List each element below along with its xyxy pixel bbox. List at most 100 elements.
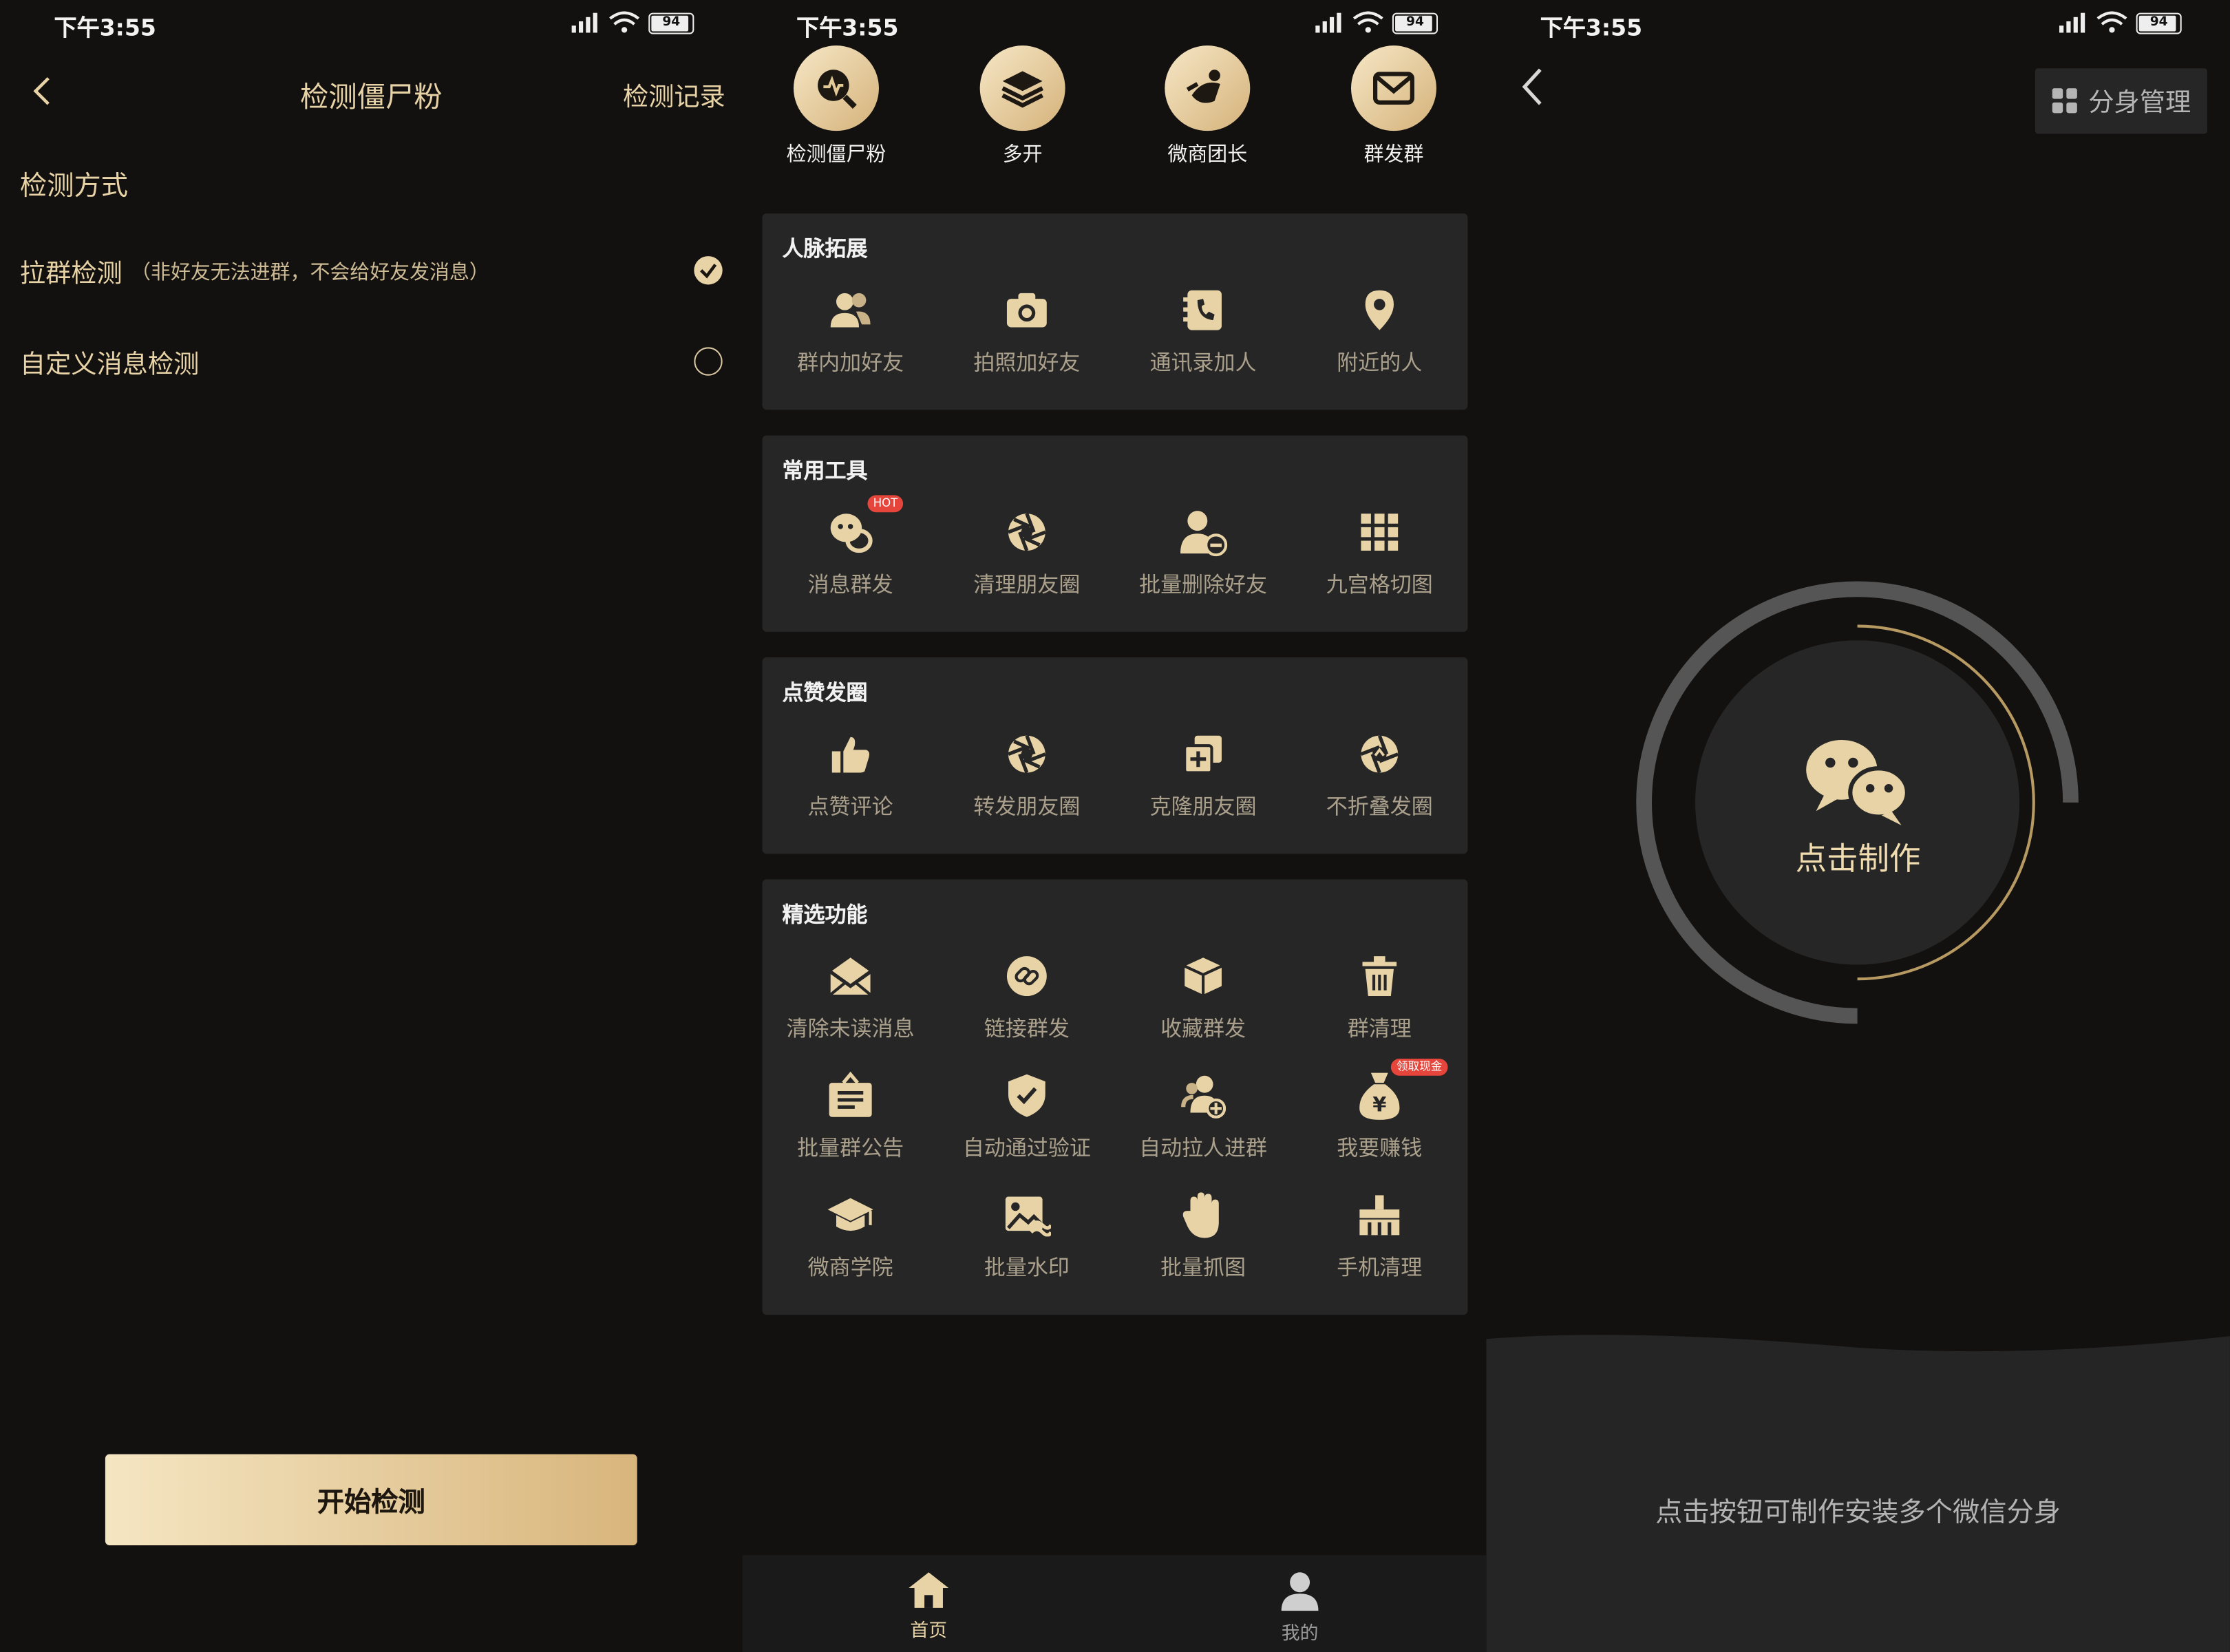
bottom-nav: 首页 我的	[742, 1555, 1487, 1652]
grid-item[interactable]: 链接群发	[939, 948, 1115, 1044]
shortcut-zombie-detect[interactable]: 检测僵尸粉	[758, 45, 914, 168]
contacts-phone-icon	[1115, 282, 1291, 339]
add-group-icon	[1115, 1067, 1291, 1124]
shortcut-group-send[interactable]: 群发群	[1315, 45, 1472, 168]
grid-label: 转发朋友圈	[973, 794, 1081, 820]
make-clone-label[interactable]: 点击制作	[1486, 834, 2230, 879]
clone-manage-button[interactable]: 分身管理	[2035, 68, 2207, 134]
battery-icon: 94	[1392, 12, 1438, 34]
grid-label: 消息群发	[807, 572, 893, 598]
grid-label: 点赞评论	[807, 794, 893, 820]
shortcut-label: 微商团长	[1167, 143, 1248, 167]
nav-label: 我的	[1281, 1623, 1319, 1645]
detect-method-label: 检测方式	[19, 171, 128, 202]
grid-label: 收藏群发	[1160, 1015, 1246, 1042]
grid-item[interactable]: 批量群公告	[763, 1067, 939, 1163]
image-watermark-icon	[939, 1187, 1115, 1244]
option-label: 拉群检测	[19, 259, 123, 289]
aperture-icon	[939, 726, 1115, 783]
grid-item[interactable]: 清除未读消息	[763, 948, 939, 1044]
envelope-open-icon	[763, 948, 939, 1005]
grid-label: 批量抓图	[1160, 1255, 1246, 1281]
leader-icon	[1165, 45, 1251, 131]
grid-item[interactable]: 转发朋友圈	[939, 726, 1115, 821]
user-icon	[1281, 1572, 1319, 1611]
home-screen: 下午3:55 94 检测僵尸粉 多开 微商团长 群发群 人脉拓展 群内加好友 拍…	[742, 0, 1487, 1652]
trash-icon	[1291, 948, 1467, 1005]
grid-item[interactable]: 微商学院	[763, 1187, 939, 1282]
shortcut-multi-open[interactable]: 多开	[944, 45, 1101, 168]
broom-icon	[1291, 1187, 1467, 1244]
grab-hand-icon	[1115, 1187, 1291, 1244]
layers-icon	[979, 45, 1065, 131]
section-title: 人脉拓展	[782, 236, 868, 262]
grid-label: 批量群公告	[797, 1135, 904, 1161]
system-icons: 94	[1313, 11, 1438, 34]
grid-item[interactable]: HOT 消息群发	[763, 495, 939, 600]
grid-item[interactable]: ¥ 领取现金 我要赚钱	[1291, 1058, 1467, 1163]
make-clone-dial[interactable]	[1486, 541, 2230, 1082]
option-group-detect[interactable]: 拉群检测 （非好友无法进群，不会给好友发消息）	[20, 251, 723, 293]
grid-label: 拍照加好友	[973, 350, 1081, 376]
grid-item[interactable]: 收藏群发	[1115, 948, 1291, 1044]
grid-item[interactable]: 九宫格切图	[1291, 504, 1467, 600]
status-time: 下午3:55	[54, 14, 156, 41]
grid-item[interactable]: 批量抓图	[1115, 1187, 1291, 1282]
wifi-icon	[2096, 11, 2127, 33]
grid-item[interactable]: 克隆朋友圈	[1115, 726, 1291, 821]
nav-home[interactable]: 首页	[858, 1569, 1000, 1642]
grid-label: 链接群发	[984, 1015, 1070, 1042]
aperture-icon	[939, 504, 1115, 561]
mail-icon	[1350, 45, 1436, 131]
chat-bubbles-icon: HOT	[763, 495, 939, 561]
option-custom-message[interactable]: 自定义消息检测	[20, 341, 723, 384]
grid-label: 群清理	[1347, 1015, 1412, 1042]
grid-item[interactable]: 拍照加好友	[939, 282, 1115, 377]
radio-unchecked-icon[interactable]	[694, 347, 723, 376]
grid-label: 自动通过验证	[962, 1135, 1091, 1161]
detect-zombie-screen: 下午3:55 94 检测僵尸粉 检测记录 检测方式 拉群检测 （非好友无法进群，…	[0, 0, 743, 1652]
grid-item[interactable]: 批量删除好友	[1115, 504, 1291, 600]
grid-item[interactable]: 自动拉人进群	[1115, 1067, 1291, 1163]
option-label: 自定义消息检测	[19, 350, 200, 380]
option-note: （非好友无法进群，不会给好友发消息）	[131, 262, 489, 285]
grid-label: 自动拉人进群	[1139, 1135, 1268, 1161]
grid-item[interactable]: 群内加好友	[763, 282, 939, 377]
signal-icon	[1315, 12, 1341, 33]
detect-record-link[interactable]: 检测记录	[623, 77, 725, 114]
start-detect-button[interactable]: 开始检测	[105, 1454, 637, 1545]
graduation-cap-icon	[763, 1187, 939, 1244]
grid-item[interactable]: 附近的人	[1291, 282, 1467, 377]
grid-label: 手机清理	[1337, 1255, 1423, 1281]
shortcut-label: 检测僵尸粉	[786, 143, 886, 167]
grid-item[interactable]: 点赞评论	[763, 726, 939, 821]
back-arrow-icon[interactable]	[1518, 65, 1546, 108]
radio-checked-icon[interactable]	[694, 256, 723, 285]
grid-item[interactable]: 批量水印	[939, 1187, 1115, 1282]
grid-item[interactable]: 手机清理	[1291, 1187, 1467, 1282]
box-icon	[1115, 948, 1291, 1005]
grid-label: 克隆朋友圈	[1149, 794, 1257, 820]
grid-item[interactable]: 群清理	[1291, 948, 1467, 1044]
zombie-detect-icon	[793, 45, 879, 131]
home-icon	[909, 1572, 949, 1608]
nav-mine[interactable]: 我的	[1229, 1569, 1371, 1645]
battery-icon: 94	[648, 12, 694, 34]
shortcut-leader[interactable]: 微商团长	[1129, 45, 1286, 168]
system-icons: 94	[569, 11, 694, 34]
grid-label: 清除未读消息	[786, 1015, 915, 1042]
grid-item[interactable]: 通讯录加人	[1115, 282, 1291, 377]
battery-level: 94	[1406, 15, 1424, 30]
shortcut-label: 群发群	[1363, 143, 1424, 167]
grid-label: 通讯录加人	[1149, 350, 1257, 376]
grid-label: 微商学院	[807, 1255, 893, 1281]
grid-item[interactable]: 不折叠发圈	[1291, 726, 1467, 821]
shield-check-icon	[939, 1067, 1115, 1124]
grid-item[interactable]: 清理朋友圈	[939, 504, 1115, 600]
grid-icon	[1291, 504, 1467, 561]
section-like-post: 点赞发圈 点赞评论 转发朋友圈 克隆朋友圈 不折叠发圈	[762, 657, 1468, 854]
battery-icon: 94	[2136, 12, 2182, 34]
section-title: 点赞发圈	[782, 680, 868, 706]
grid-label: 批量删除好友	[1139, 572, 1268, 598]
grid-item[interactable]: 自动通过验证	[939, 1067, 1115, 1163]
